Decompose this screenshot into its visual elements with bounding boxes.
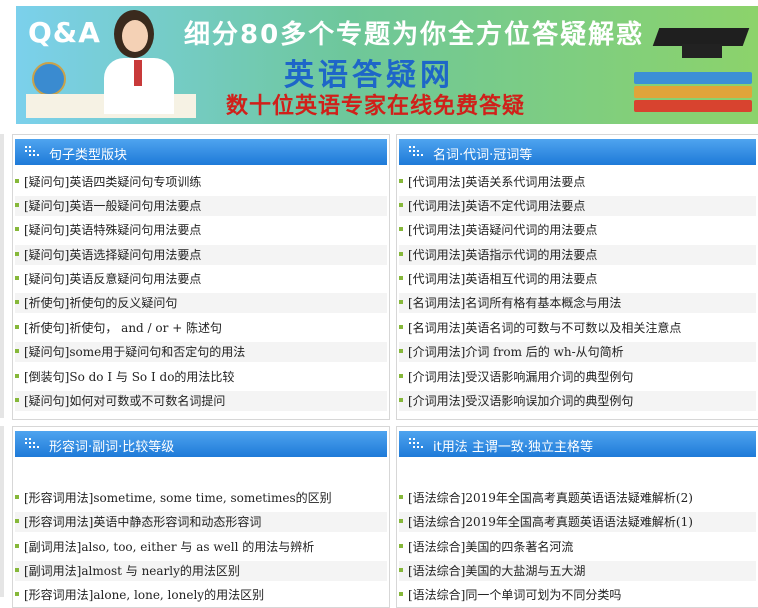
article-link[interactable]: [倒装句]So do I 与 So I do的用法比较 xyxy=(24,367,234,387)
list-item[interactable]: [名词用法]英语名词的可数与不可数以及相关注意点 xyxy=(399,318,756,338)
list-item[interactable]: [语法综合]2019年全国高考真题英语语法疑难解析(1) xyxy=(399,512,756,532)
girl-face xyxy=(122,20,148,52)
list-item[interactable]: [祈使句]祈使句， and / or + 陈述句 xyxy=(15,318,387,338)
article-link[interactable]: [语法综合]2019年全国高考真题英语语法疑难解析(1) xyxy=(408,512,693,532)
panel-title[interactable]: 形容词·副词·比较等级 xyxy=(49,436,174,455)
page-edge xyxy=(0,426,4,597)
list-item[interactable]: [代词用法]英语不定代词用法要点 xyxy=(399,196,756,216)
article-link[interactable]: [代词用法]英语关系代词用法要点 xyxy=(408,172,585,192)
dots-icon xyxy=(409,438,423,450)
article-link[interactable]: [疑问句]如何对可数或不可数名词提问 xyxy=(24,391,225,411)
dots-icon xyxy=(409,146,423,158)
panel-sentence-types: 句子类型版块 [疑问句]英语四类疑问句专项训练 [疑问句]英语一般疑问句用法要点… xyxy=(12,134,390,420)
list-item[interactable]: [副词用法]also, too, either 与 as well 的用法与辨析 xyxy=(15,537,387,557)
list-item[interactable]: [语法综合]美国的大盐湖与五大湖 xyxy=(399,561,756,581)
page-edge xyxy=(0,134,4,418)
dots-icon xyxy=(25,146,39,158)
list-item[interactable]: [疑问句]英语特殊疑问句用法要点 xyxy=(15,220,387,240)
article-link[interactable]: [介词用法]介词 from 后的 wh-从句简析 xyxy=(408,342,624,362)
panel-header: it用法 主谓一致·独立主格等 xyxy=(399,431,756,457)
list-item[interactable]: [形容词用法]sometime, some time, sometimes的区别 xyxy=(15,488,387,508)
article-link[interactable]: [疑问句]英语一般疑问句用法要点 xyxy=(24,196,201,216)
article-link[interactable]: [介词用法]受汉语影响漏用介词的典型例句 xyxy=(408,367,633,387)
article-link[interactable]: [疑问句]英语四类疑问句专项训练 xyxy=(24,172,201,192)
article-link[interactable]: [语法综合]美国的四条著名河流 xyxy=(408,537,573,557)
panel-header: 形容词·副词·比较等级 xyxy=(15,431,387,457)
list-item[interactable]: [形容词用法]英语中静态形容词和动态形容词 xyxy=(15,512,387,532)
panel-title[interactable]: 句子类型版块 xyxy=(49,144,127,163)
article-link[interactable]: [疑问句]英语特殊疑问句用法要点 xyxy=(24,220,201,240)
article-link[interactable]: [代词用法]英语相互代词的用法要点 xyxy=(408,269,597,289)
list-item[interactable]: [介词用法]受汉语影响误加介词的典型例句 xyxy=(399,391,756,411)
globe-illustration xyxy=(32,62,66,96)
list-item[interactable]: [代词用法]英语指示代词的用法要点 xyxy=(399,245,756,265)
panel-title[interactable]: it用法 主谓一致·独立主格等 xyxy=(433,436,593,455)
panel-adjectives-adverbs: 形容词·副词·比较等级 [形容词用法]sometime, some time, … xyxy=(12,426,390,608)
list-item[interactable]: [副词用法]almost 与 nearly的用法区别 xyxy=(15,561,387,581)
panel-it-usage: it用法 主谓一致·独立主格等 [语法综合]2019年全国高考真题英语语法疑难解… xyxy=(396,426,758,608)
list-item[interactable]: [语法综合]同一个单词可划为不同分类吗 xyxy=(399,585,756,605)
article-link[interactable]: [名词用法]英语名词的可数与不可数以及相关注意点 xyxy=(408,318,681,338)
panel-nouns-pronouns: 名词·代词·冠词等 [代词用法]英语关系代词用法要点 [代词用法]英语不定代词用… xyxy=(396,134,758,420)
list-item[interactable]: [倒装句]So do I 与 So I do的用法比较 xyxy=(15,367,387,387)
article-link[interactable]: [疑问句]英语反意疑问句用法要点 xyxy=(24,269,201,289)
article-link[interactable]: [副词用法]also, too, either 与 as well 的用法与辨析 xyxy=(24,537,314,557)
banner-slogan: 细分80多个专题为你全方位答疑解惑 xyxy=(184,20,645,50)
list-item[interactable]: [疑问句]英语选择疑问句用法要点 xyxy=(15,245,387,265)
article-link[interactable]: [代词用法]英语指示代词的用法要点 xyxy=(408,245,597,265)
article-link[interactable]: [疑问句]some用于疑问句和否定句的用法 xyxy=(24,342,245,362)
article-link[interactable]: [语法综合]2019年全国高考真题英语语法疑难解析(2) xyxy=(408,488,693,508)
list-item[interactable]: [名词用法]名词所有格有基本概念与用法 xyxy=(399,293,756,313)
list-item[interactable]: [语法综合]2019年全国高考真题英语语法疑难解析(2) xyxy=(399,488,756,508)
banner[interactable]: Q&A 细分80多个专题为你全方位答疑解惑 英语答疑网 数十位英语专家在线免费答… xyxy=(16,6,758,124)
article-link[interactable]: [形容词用法]alone, lone, lonely的用法区别 xyxy=(24,585,264,605)
article-link[interactable]: [代词用法]英语不定代词用法要点 xyxy=(408,196,585,216)
list-item[interactable]: [疑问句]英语四类疑问句专项训练 xyxy=(15,172,387,192)
list-item[interactable]: [祈使句]祈使句的反义疑问句 xyxy=(15,293,387,313)
article-link[interactable]: [副词用法]almost 与 nearly的用法区别 xyxy=(24,561,240,581)
article-link[interactable]: [祈使句]祈使句， and / or + 陈述句 xyxy=(24,318,222,338)
books-illustration xyxy=(634,54,754,120)
article-link[interactable]: [形容词用法]英语中静态形容词和动态形容词 xyxy=(24,512,261,532)
girl-tie xyxy=(134,60,142,86)
panel-title[interactable]: 名词·代词·冠词等 xyxy=(433,144,532,163)
list-item[interactable]: [代词用法]英语疑问代词的用法要点 xyxy=(399,220,756,240)
list-item[interactable]: [疑问句]如何对可数或不可数名词提问 xyxy=(15,391,387,411)
article-link[interactable]: [介词用法]受汉语影响误加介词的典型例句 xyxy=(408,391,633,411)
panel-header: 名词·代词·冠词等 xyxy=(399,139,756,165)
article-link[interactable]: [代词用法]英语疑问代词的用法要点 xyxy=(408,220,597,240)
qa-logo: Q&A xyxy=(28,16,101,49)
list-item[interactable]: [语法综合]美国的四条著名河流 xyxy=(399,537,756,557)
panel-header: 句子类型版块 xyxy=(15,139,387,165)
article-link[interactable]: [祈使句]祈使句的反义疑问句 xyxy=(24,293,177,313)
article-link[interactable]: [疑问句]英语选择疑问句用法要点 xyxy=(24,245,201,265)
list-item[interactable]: [介词用法]受汉语影响漏用介词的典型例句 xyxy=(399,367,756,387)
list-item[interactable]: [疑问句]英语反意疑问句用法要点 xyxy=(15,269,387,289)
graduation-cap-base xyxy=(682,44,722,58)
banner-tagline: 数十位英语专家在线免费答疑 xyxy=(226,94,526,119)
article-link[interactable]: [语法综合]美国的大盐湖与五大湖 xyxy=(408,561,585,581)
article-link[interactable]: [语法综合]同一个单词可划为不同分类吗 xyxy=(408,585,621,605)
list-item[interactable]: [代词用法]英语相互代词的用法要点 xyxy=(399,269,756,289)
list-item[interactable]: [介词用法]介词 from 后的 wh-从句简析 xyxy=(399,342,756,362)
list-item[interactable]: [疑问句]英语一般疑问句用法要点 xyxy=(15,196,387,216)
list-item[interactable]: [代词用法]英语关系代词用法要点 xyxy=(399,172,756,192)
list-item[interactable]: [形容词用法]alone, lone, lonely的用法区别 xyxy=(15,585,387,605)
list-item[interactable]: [疑问句]some用于疑问句和否定句的用法 xyxy=(15,342,387,362)
dots-icon xyxy=(25,438,39,450)
article-link[interactable]: [名词用法]名词所有格有基本概念与用法 xyxy=(408,293,621,313)
article-link[interactable]: [形容词用法]sometime, some time, sometimes的区别 xyxy=(24,488,332,508)
